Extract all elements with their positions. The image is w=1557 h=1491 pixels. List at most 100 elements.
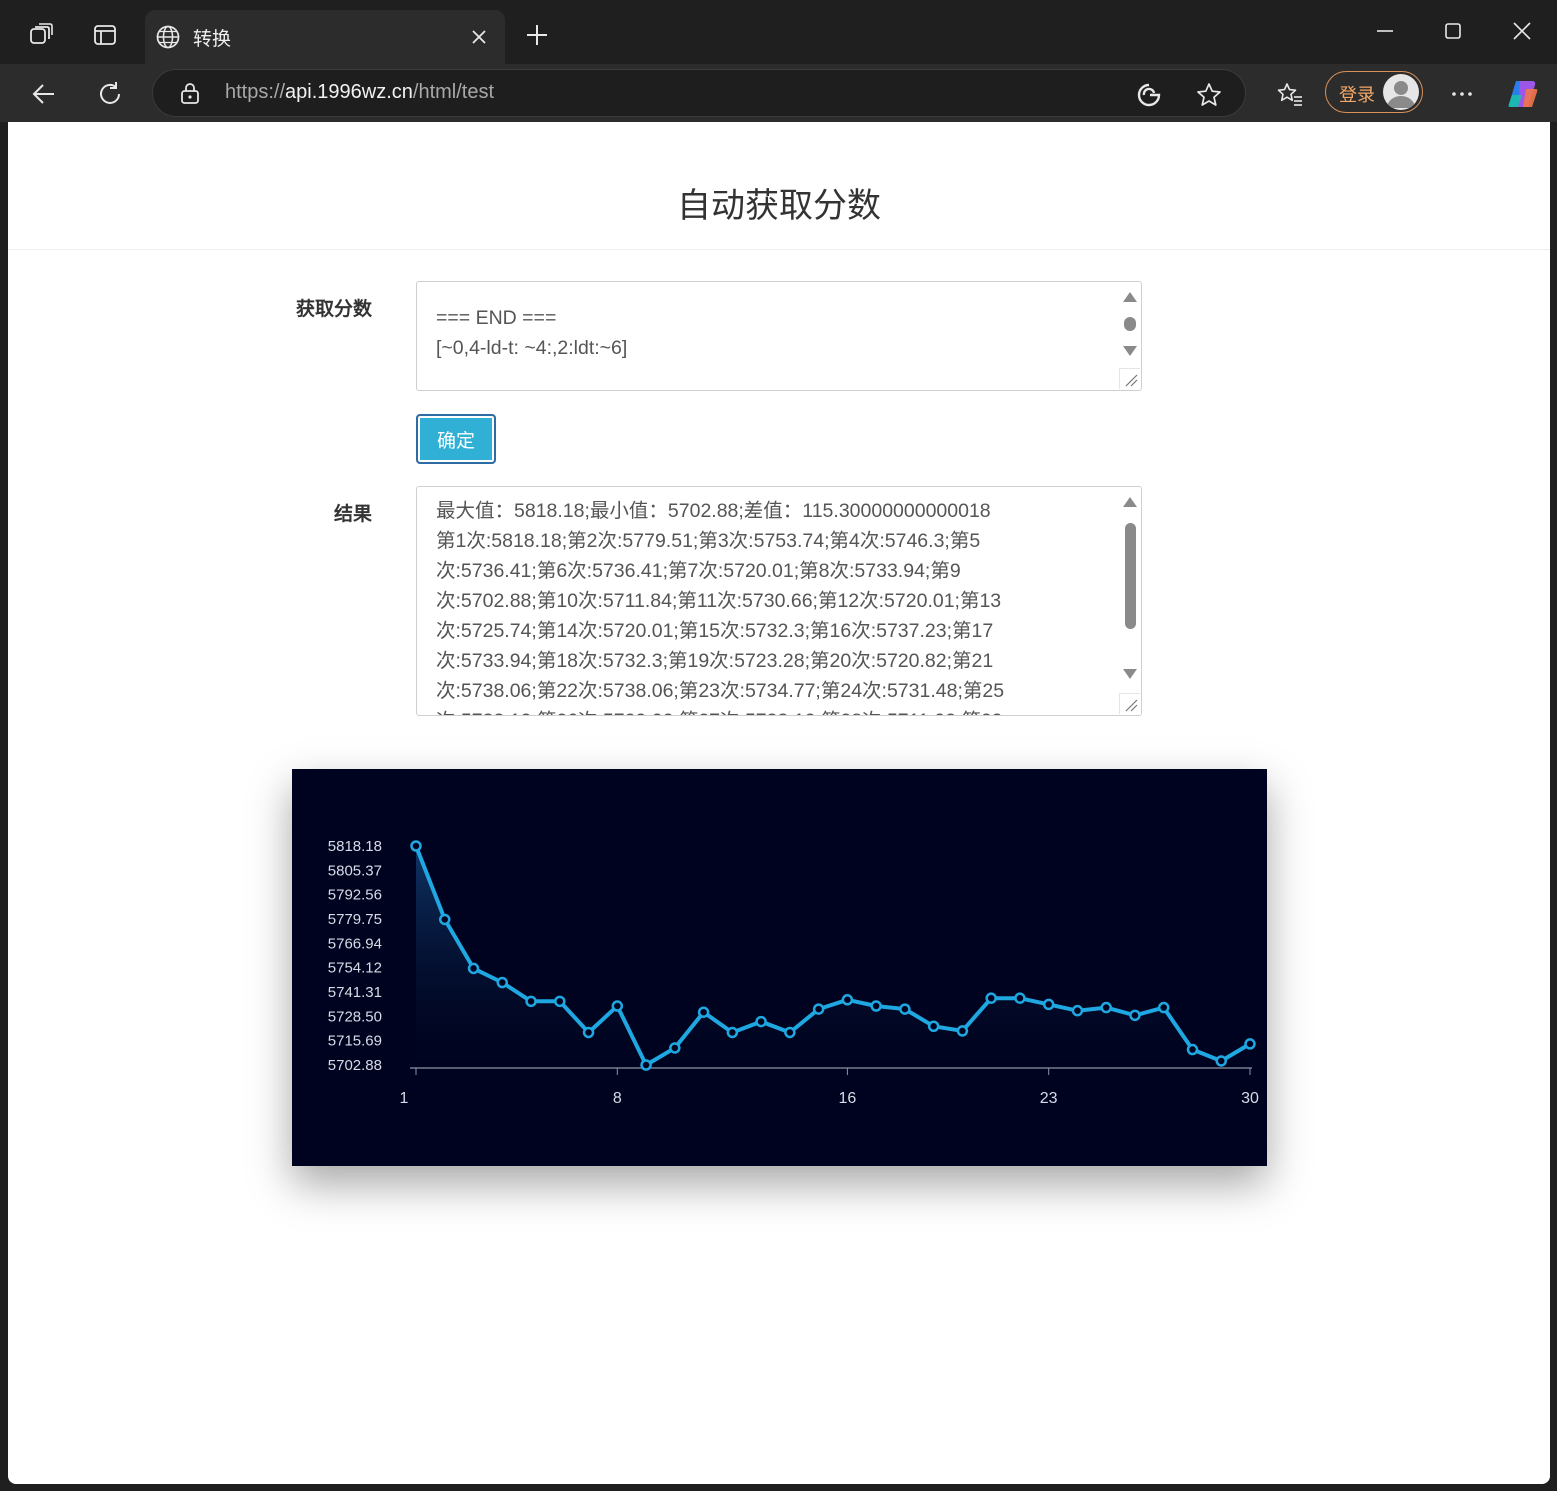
- data-point: [1100, 1001, 1112, 1014]
- input-line-1: === END ===: [436, 307, 557, 329]
- data-point: [582, 1026, 595, 1039]
- x-tick-label: 30: [1241, 1090, 1259, 1107]
- close-window-icon[interactable]: [1507, 16, 1537, 46]
- scroll-up-arrow-icon[interactable]: [1123, 292, 1137, 302]
- back-icon[interactable]: [26, 76, 62, 112]
- input-line-2: [~0,4-ld-t: ~4:,2:ldt:~6]: [436, 337, 628, 359]
- confirm-button[interactable]: 确定: [416, 414, 496, 464]
- data-point: [496, 976, 509, 989]
- favorite-star-icon[interactable]: [1195, 81, 1223, 113]
- result-line-8: 次:5733.12;第26次:5729.02;第27次:5733.12;第28次…: [436, 706, 1003, 715]
- favorites-icon[interactable]: [1272, 76, 1308, 112]
- data-point: [1071, 1004, 1084, 1017]
- data-point: [1042, 998, 1055, 1011]
- globe-icon: [155, 24, 181, 54]
- tab-active[interactable]: 转换: [145, 10, 505, 64]
- page-header: 自动获取分数: [8, 122, 1550, 250]
- data-point: [956, 1025, 969, 1037]
- data-point: [554, 995, 566, 1008]
- lock-icon[interactable]: [179, 81, 201, 109]
- x-tick-label: 1: [400, 1090, 409, 1107]
- page-content: 自动获取分数 获取分数 === END === [~0,4-ld-t: ~4:,…: [8, 122, 1550, 1484]
- y-tick-label: 5702.88: [328, 1057, 382, 1074]
- result-label: 结果: [333, 503, 372, 525]
- data-point: [640, 1059, 652, 1071]
- data-point: [1215, 1055, 1227, 1067]
- avatar: [1383, 74, 1419, 110]
- scroll-down-arrow-icon[interactable]: [1123, 346, 1137, 356]
- url-text[interactable]: https://api.1996wz.cn/html/test: [225, 81, 494, 104]
- x-tick-label: 8: [613, 1090, 622, 1107]
- data-point: [899, 1003, 911, 1015]
- page-title: 自动获取分数: [677, 186, 881, 226]
- y-tick-label: 5728.50: [328, 1008, 382, 1025]
- refresh-icon[interactable]: [92, 76, 128, 112]
- data-point: [841, 994, 854, 1006]
- y-tick-label: 5779.75: [328, 911, 382, 928]
- url-path: /html/test: [412, 81, 495, 103]
- url-host: api.1996wz.cn: [285, 81, 413, 103]
- new-tab-icon[interactable]: [522, 20, 552, 50]
- data-point: [467, 962, 480, 975]
- data-point: [1129, 1009, 1141, 1022]
- data-point: [784, 1026, 796, 1039]
- data-point: [927, 1020, 940, 1033]
- result-line-4: 次:5702.88;第10次:5711.84;第11次:5730.66;第12次…: [436, 590, 1002, 612]
- y-tick-label: 5715.69: [328, 1033, 382, 1050]
- minimize-icon[interactable]: [1370, 16, 1400, 46]
- data-point: [726, 1026, 739, 1039]
- login-button[interactable]: 登录: [1325, 71, 1423, 113]
- read-aloud-icon[interactable]: [1135, 81, 1163, 113]
- y-tick-label: 5792.56: [328, 887, 382, 904]
- data-point: [439, 913, 451, 926]
- browser-toolbar: https://api.1996wz.cn/html/test 登录: [0, 64, 1557, 122]
- data-point: [525, 995, 537, 1008]
- resize-handle-icon[interactable]: [1119, 368, 1140, 389]
- result-line-2: 第1次:5818.18;第2次:5779.51;第3次:5753.74;第4次:…: [436, 530, 981, 552]
- data-point: [812, 1003, 825, 1015]
- data-point: [669, 1042, 681, 1054]
- url-scheme: https://: [225, 81, 286, 103]
- result-line-6: 次:5733.94;第18次:5732.3;第19次:5723.28;第20次:…: [436, 650, 994, 672]
- data-point: [1014, 992, 1026, 1004]
- data-point: [1186, 1043, 1199, 1056]
- workspaces-icon[interactable]: [24, 18, 58, 52]
- copilot-icon[interactable]: [1504, 75, 1542, 113]
- close-tab-icon[interactable]: [469, 27, 489, 51]
- chart-area: [416, 846, 1250, 1068]
- result-textarea[interactable]: 最大值：5818.18;最小值：5702.88;差值：115.300000000…: [416, 486, 1142, 716]
- y-tick-label: 5818.18: [328, 838, 382, 855]
- y-tick-label: 5805.37: [328, 862, 382, 879]
- score-input-textarea[interactable]: === END === [~0,4-ld-t: ~4:,2:ldt:~6]: [416, 281, 1142, 391]
- result-line-3: 次:5736.41;第6次:5736.41;第7次:5720.01;第8次:57…: [436, 560, 961, 582]
- tab-title: 转换: [193, 28, 232, 50]
- browser-titlebar: 转换: [0, 0, 1557, 64]
- resize-handle-icon[interactable]: [1119, 693, 1140, 714]
- data-point: [985, 992, 997, 1004]
- x-tick-label: 16: [838, 1090, 856, 1107]
- maximize-icon[interactable]: [1438, 16, 1468, 46]
- tab-actions-icon[interactable]: [88, 18, 122, 52]
- x-tick-label: 23: [1040, 1090, 1058, 1107]
- input-label: 获取分数: [295, 298, 372, 320]
- result-line-1: 最大值：5818.18;最小值：5702.88;差值：115.300000000…: [436, 500, 991, 522]
- data-point: [410, 840, 422, 852]
- scroll-thumb[interactable]: [1125, 523, 1136, 629]
- more-options-icon[interactable]: [1444, 76, 1480, 112]
- data-point: [697, 1006, 710, 1018]
- address-bar[interactable]: https://api.1996wz.cn/html/test: [152, 69, 1246, 117]
- data-point: [1244, 1038, 1256, 1050]
- data-point: [1157, 1001, 1170, 1014]
- y-tick-label: 5766.94: [328, 935, 382, 952]
- data-point: [611, 1000, 624, 1012]
- login-label: 登录: [1339, 85, 1375, 106]
- result-line-5: 次:5725.74;第14次:5720.01;第15次:5732.3;第16次:…: [436, 620, 994, 642]
- data-point: [870, 1000, 882, 1012]
- result-line-7: 次:5738.06;第22次:5738.06;第23次:5734.77;第24次…: [436, 680, 1005, 702]
- data-point: [755, 1015, 767, 1028]
- scroll-up-arrow-icon[interactable]: [1123, 497, 1137, 507]
- chart-svg: 5818.18 5805.37 5792.56 5779.75 5766.94 5754.…: [328, 838, 1259, 1107]
- scroll-thumb[interactable]: [1124, 317, 1136, 331]
- scroll-down-arrow-icon[interactable]: [1123, 669, 1137, 679]
- result-scrollbar[interactable]: [1119, 487, 1141, 715]
